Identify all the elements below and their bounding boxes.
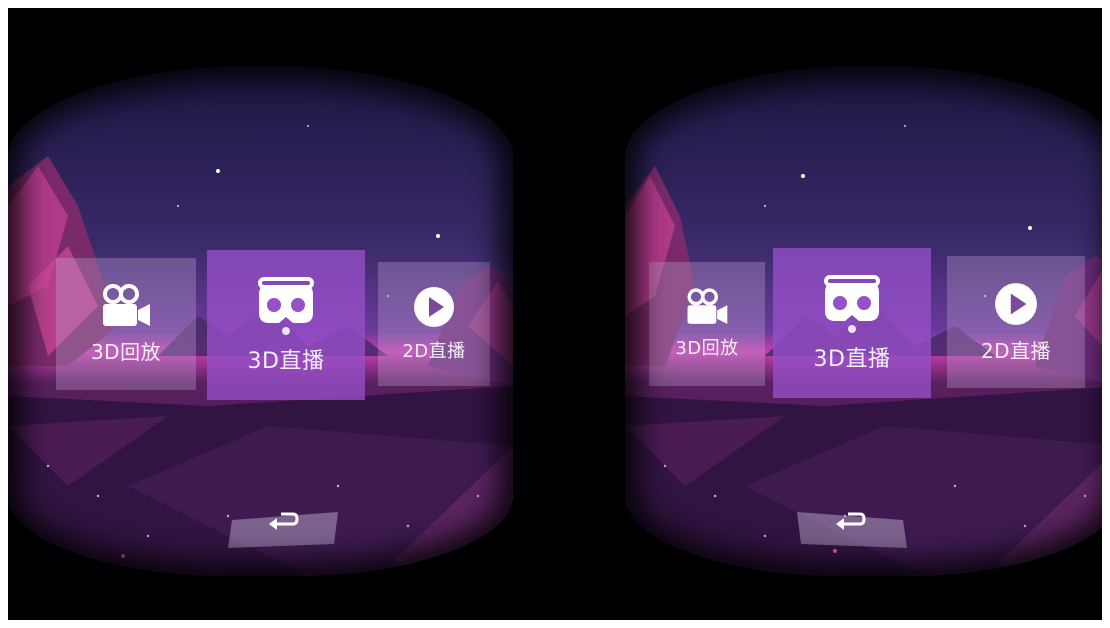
menu-tile-2d-live[interactable]: 2D直播 <box>378 262 490 386</box>
menu-tile-3d-live[interactable]: 3D直播 <box>207 250 365 400</box>
return-arrow-icon <box>267 511 299 535</box>
play-circle-icon <box>993 281 1039 327</box>
menu-tile-3d-live[interactable]: 3D直播 <box>773 248 931 398</box>
menu-tile-label: 3D回放 <box>90 339 162 364</box>
menu-tile-label: 3D直播 <box>247 349 325 374</box>
video-camera-icon <box>685 288 729 326</box>
right-eye-view: 3D回放 3D直播 2D直播 <box>625 66 1102 576</box>
play-circle-icon <box>412 285 456 329</box>
left-eye-view: 3D回放 3D直播 2D直播 <box>8 66 513 576</box>
back-button[interactable] <box>793 506 907 548</box>
menu-tile-label: 3D回放 <box>675 338 739 359</box>
return-arrow-icon <box>834 511 866 535</box>
page: 3D回放 3D直播 2D直播 3D回放 3D直播 2D直播 <box>0 0 1110 628</box>
menu-tile-label: 2D直播 <box>402 341 466 362</box>
back-button[interactable] <box>226 506 340 548</box>
vr-stereo-view: 3D回放 3D直播 2D直播 3D回放 3D直播 2D直播 <box>8 8 1102 620</box>
video-camera-icon <box>100 283 152 328</box>
vr-headset-icon <box>257 275 315 335</box>
menu-tile-2d-live[interactable]: 2D直播 <box>947 256 1085 388</box>
menu-tile-label: 3D直播 <box>813 347 891 372</box>
menu-tile-3d-replay[interactable]: 3D回放 <box>649 262 765 386</box>
menu-tile-3d-replay[interactable]: 3D回放 <box>56 258 196 390</box>
vr-headset-icon <box>823 273 881 333</box>
menu-tile-label: 2D直播 <box>980 338 1052 363</box>
